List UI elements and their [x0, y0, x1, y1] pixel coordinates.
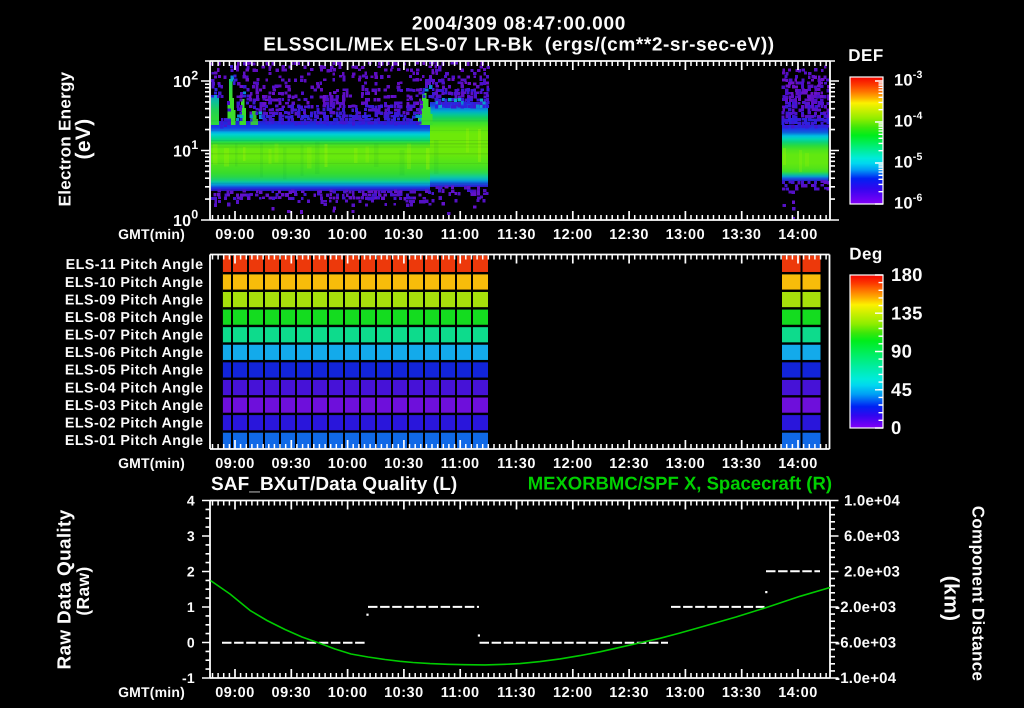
svg-text:10:00: 10:00 — [328, 685, 368, 701]
svg-text:12:00: 12:00 — [553, 685, 593, 701]
svg-text:-1.0e+04: -1.0e+04 — [835, 670, 897, 687]
svg-text:14:00: 14:00 — [778, 456, 818, 472]
svg-text:09:30: 09:30 — [272, 227, 312, 243]
svg-text:180: 180 — [891, 264, 923, 285]
svg-text:3: 3 — [187, 528, 195, 544]
svg-text:ELS-01 Pitch Angle: ELS-01 Pitch Angle — [65, 433, 204, 449]
svg-text:ELS-11 Pitch Angle: ELS-11 Pitch Angle — [66, 257, 204, 273]
svg-text:4: 4 — [187, 493, 195, 509]
svg-text:(Raw): (Raw) — [73, 566, 93, 615]
svg-text:ELS-04 Pitch Angle: ELS-04 Pitch Angle — [65, 380, 204, 396]
svg-text:10:00: 10:00 — [328, 227, 368, 243]
svg-text:10:30: 10:30 — [384, 227, 424, 243]
svg-text:13:30: 13:30 — [722, 227, 762, 243]
svg-text:ELSSCIL/MEx ELS-07 LR-Bk (erg: ELSSCIL/MEx ELS-07 LR-Bk (ergs/(cm**2-sr… — [263, 35, 774, 56]
svg-text:09:00: 09:00 — [215, 227, 255, 243]
svg-text:ELS-03 Pitch Angle: ELS-03 Pitch Angle — [65, 398, 204, 414]
svg-text:1.0e+04: 1.0e+04 — [844, 493, 900, 510]
svg-text:-1: -1 — [182, 670, 195, 686]
svg-text:12:00: 12:00 — [553, 456, 593, 472]
svg-text:(eV): (eV) — [72, 119, 95, 160]
svg-text:13:00: 13:00 — [666, 685, 706, 701]
svg-text:09:30: 09:30 — [272, 456, 312, 472]
svg-text:11:00: 11:00 — [441, 456, 480, 472]
svg-text:ELS-07 Pitch Angle: ELS-07 Pitch Angle — [65, 328, 204, 344]
svg-text:10:30: 10:30 — [384, 456, 424, 472]
svg-text:09:00: 09:00 — [215, 456, 255, 472]
svg-text:12:00: 12:00 — [553, 227, 593, 243]
svg-text:09:00: 09:00 — [215, 685, 255, 701]
svg-text:SAF_BXuT/Data Quality (L): SAF_BXuT/Data Quality (L) — [211, 474, 457, 495]
svg-text:DEF: DEF — [848, 46, 884, 65]
svg-text:135: 135 — [891, 302, 923, 323]
svg-text:0: 0 — [187, 635, 195, 651]
svg-text:ELS-10 Pitch Angle: ELS-10 Pitch Angle — [65, 275, 204, 291]
svg-text:6.0e+03: 6.0e+03 — [844, 528, 900, 545]
svg-text:Component Distance: Component Distance — [969, 506, 988, 681]
svg-text:2: 2 — [187, 564, 195, 580]
svg-text:2004/309 08:47:00.000: 2004/309 08:47:00.000 — [412, 14, 626, 35]
svg-text:12:30: 12:30 — [609, 685, 649, 701]
svg-text:11:00: 11:00 — [441, 685, 480, 701]
svg-text:13:30: 13:30 — [722, 685, 762, 701]
svg-text:ELS-02 Pitch Angle: ELS-02 Pitch Angle — [65, 416, 204, 432]
svg-text:-2.0e+03: -2.0e+03 — [835, 599, 896, 616]
svg-text:13:00: 13:00 — [666, 456, 706, 472]
svg-text:GMT(min): GMT(min) — [118, 455, 185, 471]
svg-text:-6.0e+03: -6.0e+03 — [835, 635, 896, 652]
svg-text:2.0e+03: 2.0e+03 — [844, 564, 900, 581]
svg-text:11:30: 11:30 — [497, 685, 536, 701]
svg-text:10:00: 10:00 — [328, 456, 368, 472]
svg-text:11:30: 11:30 — [497, 456, 536, 472]
svg-text:ELS-08 Pitch Angle: ELS-08 Pitch Angle — [65, 310, 204, 326]
svg-text:11:00: 11:00 — [441, 227, 480, 243]
svg-text:ELS-05 Pitch Angle: ELS-05 Pitch Angle — [65, 363, 204, 379]
svg-text:13:30: 13:30 — [722, 456, 762, 472]
svg-text:MEXORBMC/SPF X, Spacecraft (R): MEXORBMC/SPF X, Spacecraft (R) — [528, 473, 832, 494]
svg-text:09:30: 09:30 — [272, 685, 312, 701]
svg-text:(km): (km) — [940, 576, 963, 622]
svg-text:45: 45 — [891, 379, 912, 400]
svg-text:90: 90 — [891, 341, 912, 362]
svg-text:12:30: 12:30 — [609, 456, 649, 472]
svg-text:14:00: 14:00 — [778, 227, 818, 243]
svg-text:14:00: 14:00 — [778, 685, 818, 701]
svg-text:GMT(min): GMT(min) — [118, 684, 185, 700]
svg-text:13:00: 13:00 — [666, 227, 706, 243]
svg-text:ELS-09 Pitch Angle: ELS-09 Pitch Angle — [65, 292, 204, 308]
svg-text:ELS-06 Pitch Angle: ELS-06 Pitch Angle — [65, 345, 204, 361]
svg-text:0: 0 — [891, 417, 902, 438]
svg-text:Deg: Deg — [849, 245, 883, 264]
svg-text:11:30: 11:30 — [497, 227, 536, 243]
svg-text:10:30: 10:30 — [384, 685, 424, 701]
svg-text:1: 1 — [187, 599, 195, 615]
svg-text:12:30: 12:30 — [609, 227, 649, 243]
